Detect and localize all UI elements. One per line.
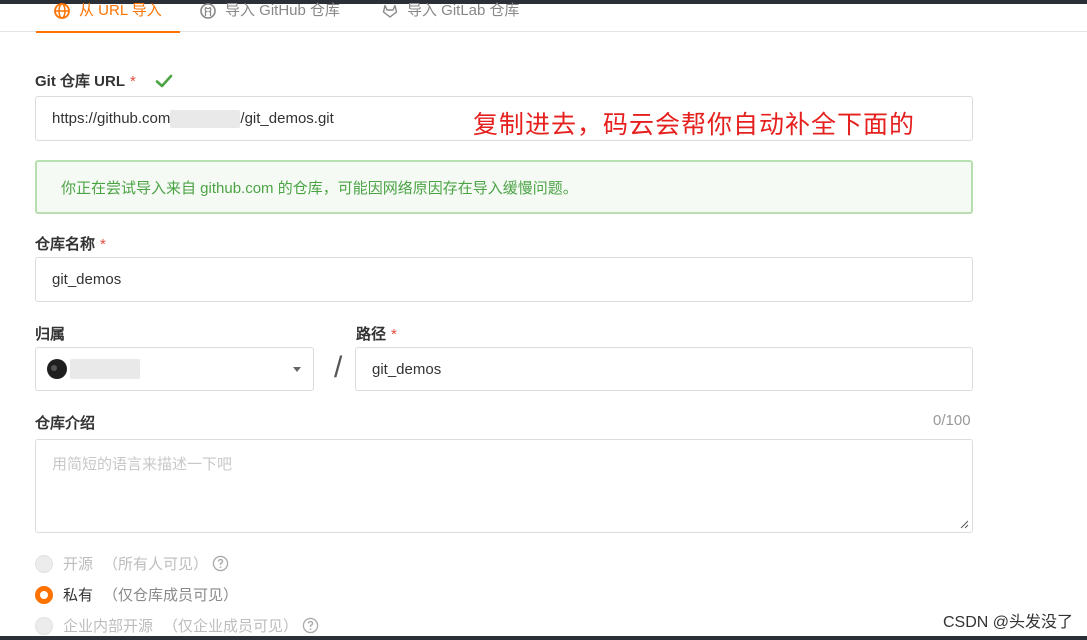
radio-button[interactable] bbox=[35, 616, 53, 635]
radio-private[interactable]: 私有 （仅仓库成员可见） bbox=[35, 584, 238, 605]
csdn-watermark: CSDN @头发没了 bbox=[942, 614, 1073, 631]
owner-select[interactable] bbox=[35, 347, 314, 391]
description-textarea[interactable]: 用简短的语言来描述一下吧 bbox=[35, 439, 973, 533]
tab-label: 导入 GitLab 仓库 bbox=[407, 2, 520, 19]
help-circle-icon[interactable] bbox=[302, 617, 319, 634]
tab-github-import[interactable]: 导入 GitHub 仓库 bbox=[200, 0, 340, 32]
help-circle-icon[interactable] bbox=[212, 555, 229, 572]
globe-icon bbox=[54, 3, 70, 19]
radio-button[interactable] bbox=[35, 585, 53, 604]
annotation-note: 复制进去，码云会帮你自动补全下面的 bbox=[473, 111, 916, 139]
radio-open-source[interactable]: 开源 （所有人可见） bbox=[35, 553, 229, 574]
gitlab-icon bbox=[382, 4, 398, 18]
radio-enterprise-internal[interactable]: 企业内部开源 （仅企业成员可见） bbox=[35, 615, 319, 636]
tab-url-import[interactable]: 从 URL 导入 bbox=[36, 0, 180, 33]
tab-label: 导入 GitHub 仓库 bbox=[225, 2, 341, 19]
import-tabs: 从 URL 导入 导入 GitHub 仓库 导入 GitLab 仓库 bbox=[0, 0, 1087, 33]
resize-handle-icon[interactable] bbox=[959, 519, 969, 529]
description-label: 仓库介绍 bbox=[35, 415, 96, 432]
redacted-username bbox=[170, 109, 241, 128]
tab-label: 从 URL 导入 bbox=[79, 2, 162, 19]
check-icon bbox=[155, 74, 173, 88]
required-mark: * bbox=[391, 326, 397, 343]
path-input[interactable]: git_demos bbox=[355, 347, 973, 391]
char-counter: 0/100 bbox=[933, 412, 971, 429]
github-icon bbox=[200, 3, 216, 19]
chevron-down-icon bbox=[293, 367, 301, 372]
owner-avatar bbox=[47, 359, 67, 379]
path-label: 路径 * bbox=[356, 326, 397, 343]
radio-button[interactable] bbox=[35, 554, 53, 573]
import-warning-alert: 你正在尝试导入来自 github.com 的仓库，可能因网络原因存在导入缓慢问题… bbox=[35, 160, 973, 214]
tab-gitlab-import[interactable]: 导入 GitLab 仓库 bbox=[382, 0, 520, 32]
required-mark: * bbox=[100, 236, 106, 253]
repo-name-input[interactable]: git_demos bbox=[35, 257, 973, 302]
git-url-label: Git 仓库 URL * bbox=[35, 73, 136, 90]
placeholder-text: 用简短的语言来描述一下吧 bbox=[52, 456, 233, 473]
owner-label: 归属 bbox=[35, 326, 66, 343]
repo-name-label: 仓库名称 * bbox=[35, 236, 106, 253]
path-separator: / bbox=[334, 351, 343, 384]
required-mark: * bbox=[130, 73, 136, 90]
window-bottom-edge bbox=[0, 636, 1087, 640]
redacted-owner-name bbox=[70, 359, 140, 379]
